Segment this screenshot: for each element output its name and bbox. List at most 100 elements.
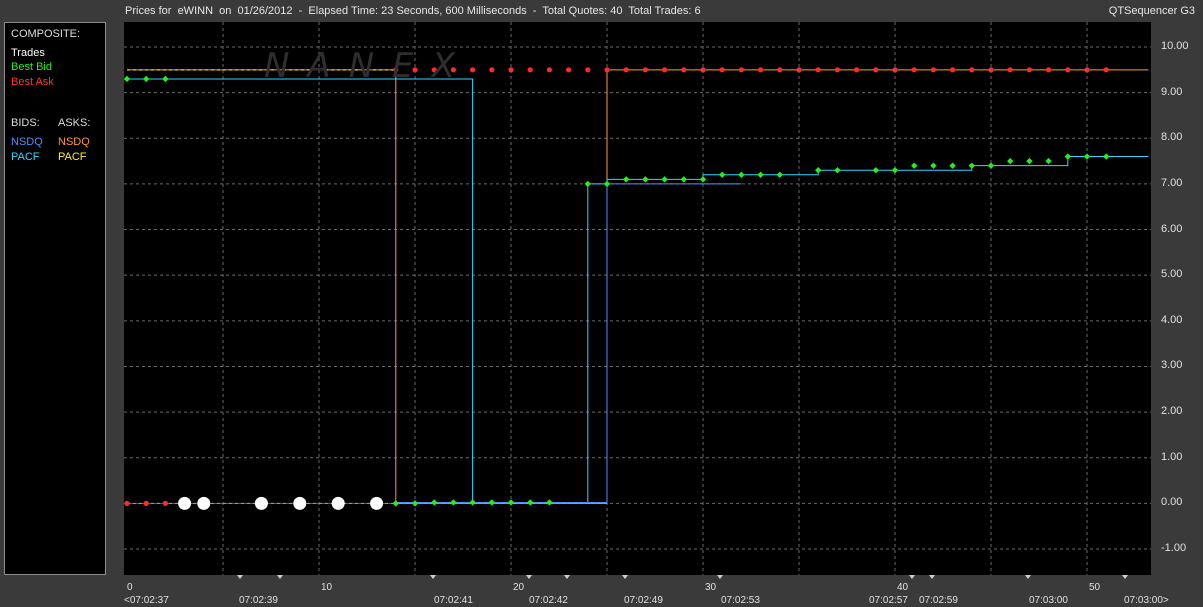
trade-point [331, 496, 345, 510]
best-bid-point [1064, 153, 1071, 160]
x-tick-time: 07:02:49 [624, 595, 663, 606]
x-axis: 0 10 20 30 40 50 <07:02:37 07:02:39 07:02:41 07:0… [0, 575, 1203, 607]
best-bid-point [815, 167, 822, 174]
x-tick-marker [526, 575, 532, 579]
best-ask-point [854, 67, 860, 73]
best-ask-point [143, 500, 149, 506]
legend-bid-pacf: PACF [11, 151, 40, 163]
legend-composite-title: COMPOSITE: [11, 28, 81, 40]
y-tick-label: 1.00 [1161, 450, 1183, 463]
app-name: QTSequencer G3 [1108, 5, 1195, 17]
best-ask-point [1065, 67, 1071, 73]
best-ask-point [162, 500, 168, 506]
best-ask-point [546, 67, 552, 73]
legend-ask-pacf: PACF [58, 151, 87, 163]
best-bid-point [469, 499, 476, 506]
y-tick-label: 10.00 [1161, 40, 1189, 52]
best-ask-point [815, 67, 821, 73]
best-ask-point [623, 67, 629, 73]
x-tick-number: 40 [897, 582, 909, 593]
best-bid-point [834, 167, 841, 174]
best-bid-point [431, 499, 438, 506]
plot-area[interactable]: NANEX [124, 22, 1151, 575]
legend-best-bid: Best Bid [11, 61, 52, 73]
best-bid-point [124, 75, 131, 83]
trade-point [370, 496, 384, 510]
x-tick-time: 07:03:00> [1124, 595, 1169, 606]
y-tick-label: 6.00 [1161, 222, 1183, 235]
best-ask-point [527, 67, 533, 73]
best-ask-point [1007, 67, 1013, 73]
y-tick-label: 5.00 [1161, 268, 1183, 281]
best-ask-point [988, 67, 994, 73]
best-ask-point [1084, 67, 1090, 73]
x-tick-marker [564, 575, 570, 579]
x-tick-marker [237, 575, 243, 579]
best-ask-point [508, 67, 514, 73]
legend-asks-label: ASKS: [58, 117, 91, 129]
x-tick-marker [277, 575, 283, 579]
best-bid-point [411, 500, 419, 507]
trade-point [254, 496, 268, 510]
best-ask-point [489, 67, 495, 73]
best-ask-point [777, 67, 783, 73]
best-bid-point [968, 162, 975, 169]
best-ask-point [796, 67, 802, 73]
best-ask-point [604, 67, 610, 73]
best-ask-point [758, 67, 764, 73]
x-tick-time: 07:02:57 [869, 595, 908, 606]
x-tick-marker [717, 575, 723, 579]
best-ask-point [681, 67, 687, 73]
best-ask-point [911, 67, 917, 73]
legend-bids-label: BIDS: [11, 117, 40, 129]
y-tick-label: 8.00 [1161, 131, 1183, 144]
trade-point [293, 496, 307, 510]
y-axis: 10.00 9.00 8.00 7.00 6.00 5.00 4.00 3.00 2.00 1.0… [1151, 22, 1203, 582]
best-ask-point [1103, 67, 1109, 73]
best-bid-point [911, 162, 918, 169]
x-tick-marker [909, 575, 915, 579]
best-bid-point [776, 171, 783, 178]
best-ask-point [1026, 67, 1032, 73]
y-tick-label: 0.00 [1161, 496, 1183, 509]
series-nsdq-ask [127, 69, 1149, 504]
best-bid-point [699, 176, 707, 183]
best-bid-point [949, 162, 956, 169]
y-tick-label: 9.00 [1161, 85, 1183, 98]
x-tick-time: 07:02:53 [721, 595, 760, 606]
best-bid-point [546, 499, 553, 506]
best-bid-point [507, 499, 515, 506]
x-tick-marker [929, 575, 935, 579]
best-ask-point [892, 67, 898, 73]
series-pacf-bid [127, 78, 1149, 503]
best-ask-point [719, 67, 725, 73]
legend-trades: Trades [11, 47, 45, 59]
x-tick-number: 20 [513, 582, 525, 593]
legend-best-ask: Best Ask [11, 76, 54, 88]
best-bid-point [930, 162, 937, 169]
best-bid-point [1045, 157, 1052, 165]
x-tick-marker [622, 575, 628, 579]
x-tick-number: 30 [705, 582, 717, 593]
x-tick-number: 10 [321, 582, 333, 593]
best-ask-point [566, 67, 572, 73]
best-ask-point [700, 67, 706, 73]
best-bid-point [987, 162, 995, 169]
best-bid-point [757, 171, 764, 178]
legend-bid-nsdq: NSDQ [11, 136, 43, 148]
y-tick-label: 7.00 [1161, 176, 1183, 189]
best-bid-point [603, 180, 611, 188]
trade-point [178, 496, 192, 510]
best-bid-point [1026, 157, 1033, 165]
x-tick-marker [430, 575, 436, 579]
price-chart [124, 22, 1151, 575]
best-bid-point [584, 180, 591, 188]
best-bid-point [623, 176, 630, 183]
y-tick-label: 3.00 [1161, 359, 1183, 372]
best-ask-point [585, 67, 591, 73]
best-bid-point [1007, 157, 1014, 165]
best-ask-point [738, 67, 745, 73]
best-bid-point [719, 171, 726, 178]
best-bid-point [527, 499, 534, 506]
x-tick-time: 07:02:59 [919, 595, 958, 606]
